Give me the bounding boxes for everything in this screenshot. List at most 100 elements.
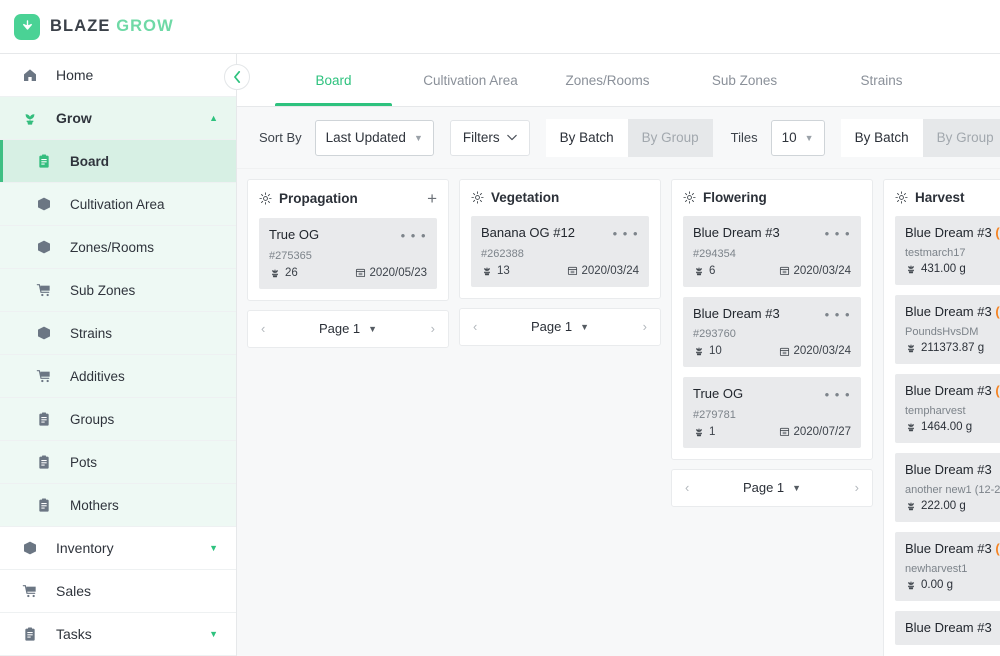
cart-icon [36,368,58,384]
column-header: Flowering [683,190,861,205]
sun-icon [895,191,908,204]
cart-icon [36,282,58,298]
column-title: Propagation [279,191,358,206]
harvest-tile[interactable]: Blue Dream #3 (Drtestmarch17431.00 g [895,216,1000,285]
sidebar-item-board[interactable]: Board [0,140,236,183]
tab-sub-zones[interactable]: Sub Zones [676,54,813,106]
more-icon[interactable]: • • • [825,225,851,240]
page-selector[interactable]: Page 1▼ [743,480,801,495]
add-batch-button[interactable]: + [427,190,437,207]
sidebar-item-groups[interactable]: Groups [0,398,236,441]
tab-zones-rooms[interactable]: Zones/Rooms [539,54,676,106]
page-prev-button[interactable]: ‹ [473,319,477,334]
filters-button[interactable]: Filters [450,120,530,156]
harvest-weight: 211373.87 g [905,342,1000,354]
brand-blaze: BLAZE [50,17,111,35]
harvest-tile[interactable]: Blue Dream #3 (Drtempharvest1464.00 g [895,374,1000,443]
column-header-left: Propagation [259,191,358,206]
plant-count-value: 10 [709,345,722,357]
more-icon[interactable]: • • • [825,306,851,321]
harvest-label: PoundsHvsDM [905,326,1000,338]
column-header: Propagation + [259,190,437,207]
by-batch-button-left[interactable]: By Batch [546,119,628,157]
tab-board[interactable]: Board [265,54,402,106]
page-selector[interactable]: Page 1▼ [319,321,377,336]
batch-tile[interactable]: Blue Dream #3• • •#293760102020/03/24 [683,297,861,368]
page-prev-button[interactable]: ‹ [261,321,265,336]
tab-addit[interactable]: Addit [950,54,1000,106]
sidebar-item-additives[interactable]: Additives [0,355,236,398]
sidebar-item-home[interactable]: Home [0,54,236,97]
page-next-button[interactable]: › [855,480,859,495]
calendar-icon [779,346,790,357]
sidebar-item-strains[interactable]: Strains [0,312,236,355]
clipboard-icon [36,454,52,470]
batch-tile-footer: 62020/03/24 [693,265,851,277]
chevron-down-icon [507,134,517,141]
chevron-up-icon[interactable]: ▲ [209,113,218,123]
board-toolbar: Sort By Last Updated ▼ Filters By Batch … [237,107,1000,169]
batch-tile[interactable]: True OG• • •#27978112020/07/27 [683,377,861,448]
plant-icon [693,265,705,277]
sidebar-item-sales[interactable]: Sales [0,570,236,613]
sun-icon [895,191,908,204]
by-batch-button-right[interactable]: By Batch [841,119,923,157]
tab-strains[interactable]: Strains [813,54,950,106]
sidebar-item-inventory[interactable]: Inventory▼ [0,527,236,570]
page-prev-button[interactable]: ‹ [685,480,689,495]
box-icon [36,325,58,341]
batch-tile-footer: 12020/07/27 [693,426,851,438]
box-icon [36,239,52,255]
harvest-tile[interactable]: Blue Dream #3 [895,611,1000,645]
more-icon[interactable]: • • • [613,225,639,240]
sidebar-item-sub-zones[interactable]: Sub Zones [0,269,236,312]
batch-tile[interactable]: Banana OG #12• • •#262388132020/03/24 [471,216,649,287]
page-next-button[interactable]: › [431,321,435,336]
harvest-weight-value: 1464.00 g [921,421,972,433]
by-group-button-right[interactable]: By Group [923,119,1000,157]
batch-date-value: 2020/05/23 [369,267,427,279]
sidebar-item-mothers[interactable]: Mothers [0,484,236,527]
batch-tile[interactable]: True OG• • •#275365262020/05/23 [259,218,437,289]
clipboard-icon [22,626,38,642]
page-selector[interactable]: Page 1▼ [531,319,589,334]
harvest-label: testmarch17 [905,247,1000,259]
chevron-down-icon[interactable]: ▼ [209,629,218,639]
blaze-logo-icon[interactable] [14,14,40,40]
batch-tile[interactable]: Blue Dream #3• • •#29435462020/03/24 [683,216,861,287]
more-icon[interactable]: • • • [825,386,851,401]
tab-cultivation-area[interactable]: Cultivation Area [402,54,539,106]
sidebar-item-grow[interactable]: Grow▲ [0,97,236,140]
harvest-strain-name: Blue Dream #3 [905,383,992,398]
clipboard-icon [36,411,52,427]
column-title: Vegetation [491,190,559,205]
harvest-label: newharvest1 [905,563,1000,575]
sort-by-select[interactable]: Last Updated ▼ [315,120,434,156]
sidebar-item-label: Zones/Rooms [70,240,154,255]
harvest-tile[interactable]: Blue Dream #3 (Drnewharvest10.00 g [895,532,1000,601]
harvest-tile[interactable]: Blue Dream #3 (Dr PoundsHvsDM 211373.87 g [895,295,1000,364]
harvest-tile[interactable]: Blue Dream #3another new1 (12-23-20222.0… [895,453,1000,522]
column-card: Flowering Blue Dream #3• • •#29435462020/… [671,179,873,460]
harvest-weight-value: 211373.87 g [921,342,984,354]
sidebar-item-tasks[interactable]: Tasks▼ [0,613,236,656]
harvest-name-row: Blue Dream #3 (Dr [905,304,1000,319]
tiles-count-select[interactable]: 10 ▼ [771,120,825,156]
clipboard-icon [36,497,58,513]
sidebar-item-pots[interactable]: Pots [0,441,236,484]
sun-icon [259,192,272,205]
batch-code: #262388 [481,248,639,260]
column-header: Harvest [895,190,1000,205]
chevron-down-icon[interactable]: ▼ [209,543,218,553]
column-header: Vegetation [471,190,649,205]
sidebar-item-zones-rooms[interactable]: Zones/Rooms [0,226,236,269]
batch-date-value: 2020/03/24 [793,345,851,357]
sidebar-item-cultivation-area[interactable]: Cultivation Area [0,183,236,226]
batch-tile-footer: 132020/03/24 [481,265,639,277]
batch-date: 2020/07/27 [779,426,851,438]
batch-date: 2020/05/23 [355,267,427,279]
more-icon[interactable]: • • • [401,227,427,242]
by-group-button-left[interactable]: By Group [628,119,713,157]
sidebar-collapse-button[interactable] [224,64,250,90]
page-next-button[interactable]: › [643,319,647,334]
